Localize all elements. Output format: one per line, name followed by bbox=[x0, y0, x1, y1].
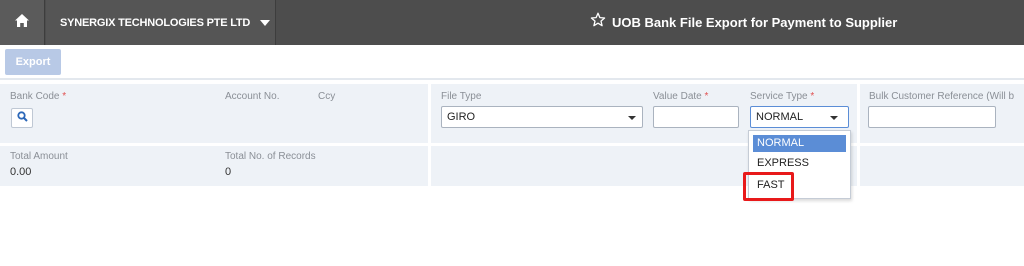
top-header-bar: SYNERGIX TECHNOLOGIES PTE LTD UOB Bank F… bbox=[0, 0, 1024, 45]
bulk-reference-lower-panel bbox=[860, 146, 1024, 186]
toolbar: Export bbox=[0, 45, 1024, 80]
total-records-label: Total No. of Records bbox=[225, 151, 316, 162]
page-title: UOB Bank File Export for Payment to Supp… bbox=[612, 15, 898, 30]
value-date-input[interactable] bbox=[653, 106, 739, 128]
service-type-value: NORMAL bbox=[756, 111, 804, 123]
total-amount-value: 0.00 bbox=[10, 166, 32, 178]
account-no-label: Account No. bbox=[225, 91, 280, 102]
service-type-select[interactable]: NORMAL bbox=[750, 106, 849, 128]
annotation-highlight bbox=[743, 172, 794, 201]
home-button[interactable] bbox=[0, 0, 45, 45]
bulk-reference-panel: Bulk Customer Reference (Will b bbox=[860, 84, 1024, 143]
page-title-area: UOB Bank File Export for Payment to Supp… bbox=[590, 0, 897, 45]
bank-code-label: Bank Code * bbox=[10, 91, 67, 102]
service-type-option-express[interactable]: EXPRESS bbox=[753, 155, 846, 172]
star-icon[interactable] bbox=[590, 12, 606, 33]
file-type-value: GIRO bbox=[447, 111, 476, 123]
ccy-label: Ccy bbox=[318, 91, 336, 102]
chevron-down-icon bbox=[260, 19, 271, 26]
chevron-down-icon bbox=[830, 116, 838, 120]
home-icon bbox=[14, 13, 30, 33]
bank-panel: Bank Code * Account No. Ccy bbox=[0, 84, 428, 143]
company-selector[interactable]: SYNERGIX TECHNOLOGIES PTE LTD bbox=[46, 0, 276, 45]
bulk-reference-input[interactable] bbox=[868, 106, 996, 128]
total-amount-label: Total Amount bbox=[10, 151, 68, 162]
file-type-label: File Type bbox=[441, 91, 482, 102]
search-icon bbox=[16, 109, 28, 127]
bank-code-search-button[interactable] bbox=[11, 108, 33, 128]
service-type-option-normal[interactable]: NORMAL bbox=[753, 135, 846, 152]
service-type-label: Service Type * bbox=[750, 91, 815, 102]
export-button[interactable]: Export bbox=[5, 49, 61, 75]
totals-panel: Total Amount 0.00 Total No. of Records 0 bbox=[0, 146, 428, 186]
company-name: SYNERGIX TECHNOLOGIES PTE LTD bbox=[60, 16, 251, 29]
chevron-down-icon bbox=[628, 116, 636, 120]
file-type-select[interactable]: GIRO bbox=[441, 106, 643, 128]
bulk-reference-label: Bulk Customer Reference (Will b bbox=[869, 91, 1015, 102]
total-records-value: 0 bbox=[225, 166, 232, 178]
value-date-label: Value Date * bbox=[653, 91, 709, 102]
